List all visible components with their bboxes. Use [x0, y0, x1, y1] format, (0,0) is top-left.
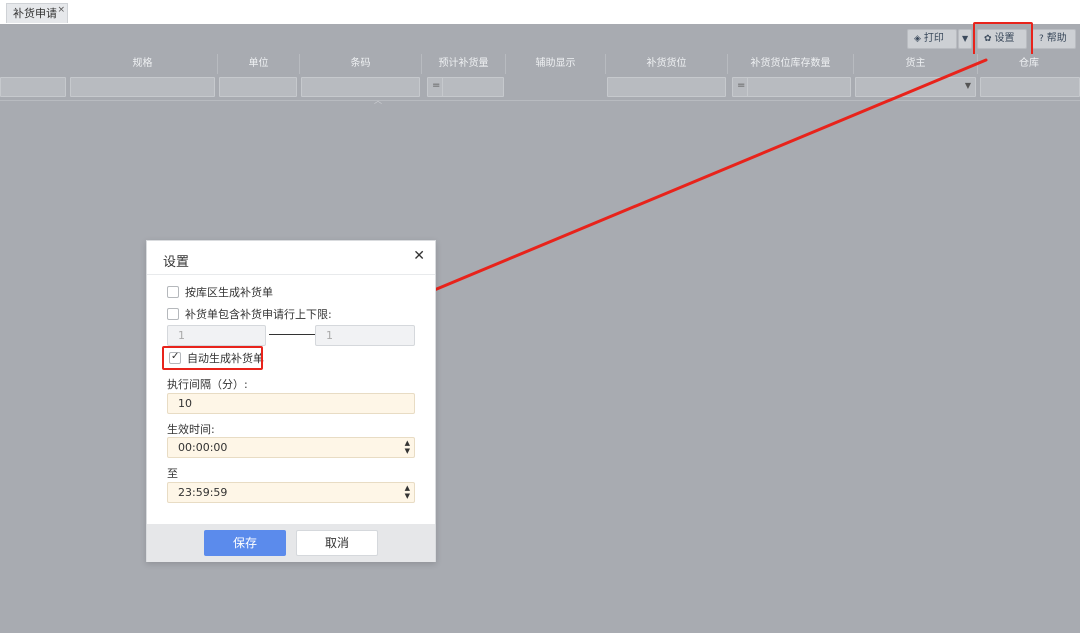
effective-time-label: 生效时间: [167, 423, 215, 436]
limit-max-input[interactable]: 1 [315, 325, 415, 346]
auto-generate-highlight [162, 346, 263, 370]
dialog-title: 设置 [163, 255, 190, 270]
limit-min-input[interactable]: 1 [167, 325, 266, 346]
save-button[interactable]: 保存 [204, 530, 286, 556]
settings-dialog: 设置 ✕ 按库区生成补货单 补货单包含补货申请行上下限: 1 1 自动生成补货单… [146, 240, 436, 562]
checkbox-label: 补货单包含补货申请行上下限: [185, 308, 332, 321]
checkbox-box[interactable] [167, 286, 179, 298]
spinner-icon[interactable]: ▲ ▼ [405, 484, 410, 500]
close-icon[interactable]: ✕ [413, 248, 425, 264]
checkbox-by-area[interactable]: 按库区生成补货单 [167, 286, 273, 302]
interval-label: 执行间隔（分）: [167, 378, 248, 391]
checkbox-label: 按库区生成补货单 [185, 286, 273, 299]
checkbox-limits[interactable]: 补货单包含补货申请行上下限: [167, 308, 332, 324]
range-divider [269, 334, 315, 335]
effective-time-input[interactable]: 00:00:00 ▲ ▼ [167, 437, 415, 458]
spinner-icon[interactable]: ▲ ▼ [405, 439, 410, 455]
end-time-value: 23:59:59 [178, 486, 228, 499]
interval-input[interactable]: 10 [167, 393, 415, 414]
effective-time-value: 00:00:00 [178, 441, 228, 454]
end-time-input[interactable]: 23:59:59 ▲ ▼ [167, 482, 415, 503]
to-label: 至 [167, 467, 178, 480]
checkbox-box[interactable] [167, 308, 179, 320]
dialog-footer: 保存 取消 [147, 524, 435, 562]
divider [147, 274, 435, 275]
cancel-button[interactable]: 取消 [296, 530, 378, 556]
